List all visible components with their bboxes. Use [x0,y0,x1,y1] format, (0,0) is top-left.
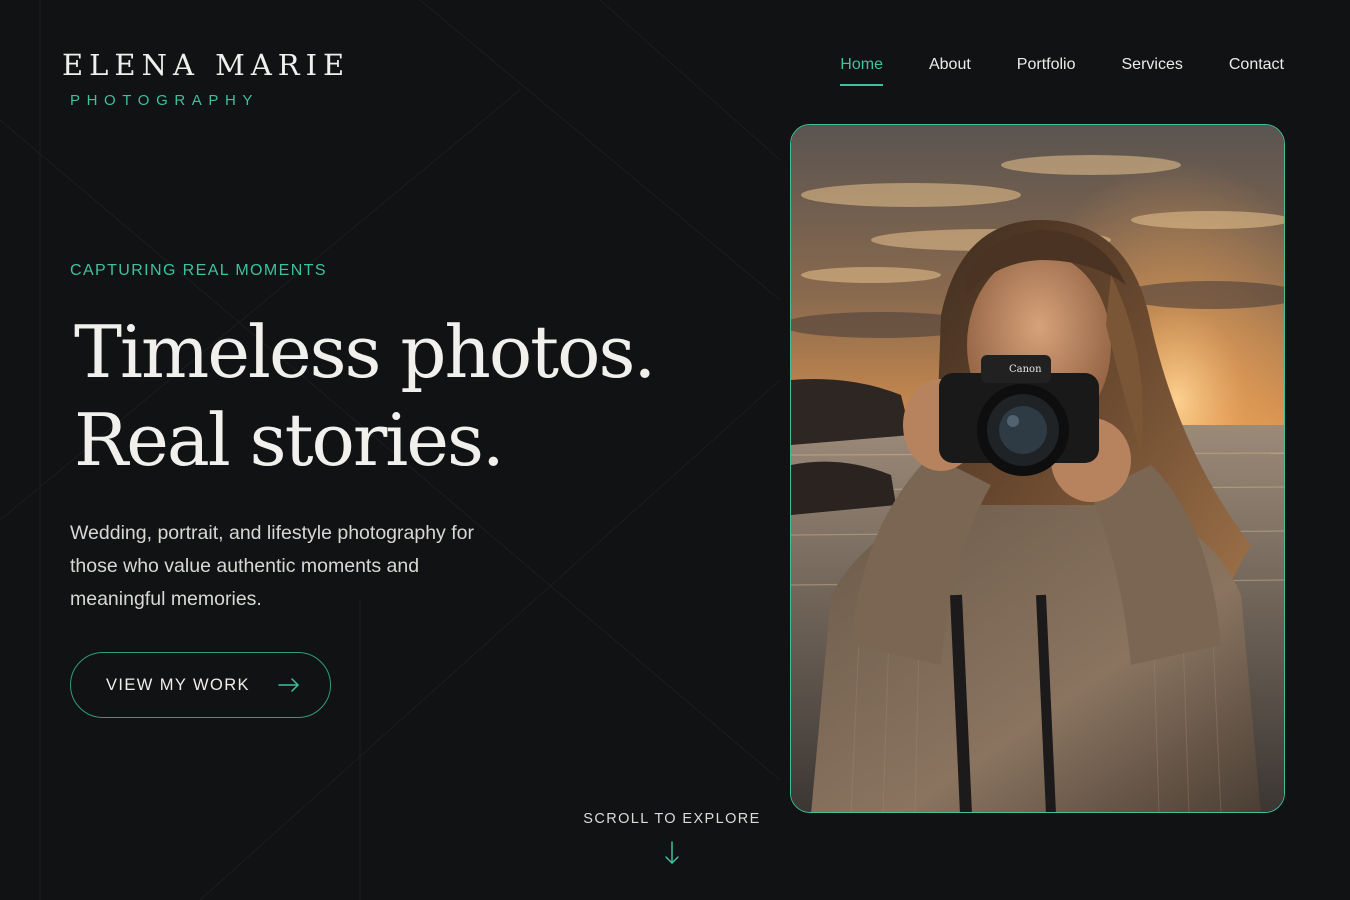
nav-item-contact[interactable]: Contact [1229,56,1284,84]
arrow-right-icon [278,678,300,692]
hero-headline: Timeless photos. Real stories. [74,308,656,484]
brand-logo[interactable]: ELENA MARIE PHOTOGRAPHY [62,48,350,109]
arrow-down-icon [560,841,784,865]
hero-eyebrow: CAPTURING REAL MOMENTS [70,262,327,279]
scroll-cue[interactable]: SCROLL TO EXPLORE [560,811,784,865]
nav-item-portfolio[interactable]: Portfolio [1017,56,1076,84]
cta-label: VIEW MY WORK [106,675,250,694]
nav-item-about[interactable]: About [929,56,971,84]
scroll-label: SCROLL TO EXPLORE [583,811,761,827]
photographer-with-camera-image: Canon [791,125,1284,812]
view-my-work-button[interactable]: VIEW MY WORK [70,652,331,718]
brand-tagline: PHOTOGRAPHY [70,92,260,109]
nav-item-home[interactable]: Home [840,56,883,86]
main-nav: Home About Portfolio Services Contact [794,56,1284,86]
hero-headline-line1: Timeless photos. [74,310,656,394]
camera: Canon [939,355,1099,476]
hero-headline-line2: Real stories. [74,398,505,482]
hero-photo: Canon [790,124,1285,813]
nav-item-services[interactable]: Services [1122,56,1183,84]
brand-name: ELENA MARIE [62,48,351,82]
hero-lead: Wedding, portrait, and lifestyle photogr… [70,522,474,610]
camera-brand-label: Canon [1009,364,1042,375]
